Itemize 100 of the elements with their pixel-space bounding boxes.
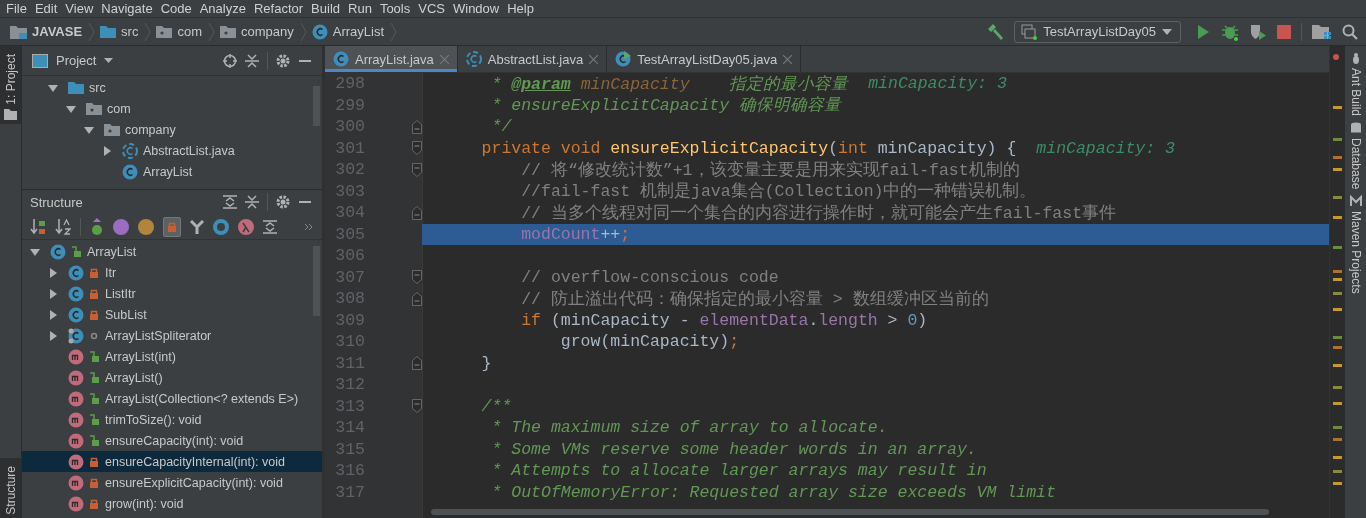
code-line: grow(minCapacity); <box>559 332 740 352</box>
hammer-icon[interactable] <box>986 22 1005 41</box>
editor-tab[interactable]: ArrayList.java <box>325 46 458 72</box>
fold-marker-icon[interactable] <box>412 291 422 306</box>
menu-item[interactable]: File <box>2 1 31 16</box>
fold-marker-icon[interactable] <box>412 270 422 285</box>
collapse-all-icon[interactable] <box>245 53 259 68</box>
tree-item[interactable]: Itr <box>105 265 117 280</box>
ring-icon[interactable] <box>213 218 229 235</box>
collapsed-arrow-icon[interactable] <box>48 288 58 299</box>
collapse-all-icon[interactable] <box>245 195 259 209</box>
menu-item[interactable]: Analyze <box>195 1 250 16</box>
expanded-arrow-icon[interactable] <box>84 124 94 135</box>
sort-alphabetical-icon[interactable] <box>55 218 71 235</box>
collapsed-arrow-icon[interactable] <box>48 309 58 320</box>
sort-visibility-icon[interactable] <box>30 218 46 235</box>
menu-item[interactable]: Tools <box>375 1 415 16</box>
expanded-arrow-icon[interactable] <box>66 103 76 114</box>
collapsed-arrow-icon[interactable] <box>102 145 112 156</box>
crosshair-icon[interactable] <box>223 53 237 68</box>
menu-item[interactable]: Help <box>503 1 538 16</box>
scrollbar[interactable] <box>431 509 1269 515</box>
tree-item[interactable]: ArrayList() <box>105 370 163 385</box>
menu-item[interactable]: Edit <box>30 1 62 16</box>
fold-marker-icon[interactable] <box>412 356 422 371</box>
tree-item[interactable]: ArrayList <box>87 244 137 259</box>
tool-window-tab[interactable]: 1: Project <box>0 46 21 124</box>
breadcrumb[interactable]: src <box>121 24 139 39</box>
fold-marker-icon[interactable] <box>412 119 422 134</box>
run-icon[interactable] <box>1195 23 1211 40</box>
properties-icon[interactable] <box>113 218 129 235</box>
expand-all-icon[interactable] <box>223 195 237 209</box>
fields-icon[interactable] <box>138 218 154 235</box>
panel-title[interactable]: Project <box>56 53 97 68</box>
show-non-public-toggle[interactable] <box>163 216 181 237</box>
menu-item[interactable]: Navigate <box>97 1 157 16</box>
menu-item[interactable]: Code <box>156 1 196 16</box>
close-icon[interactable] <box>783 54 793 64</box>
tree-item[interactable]: ArrayList(int) <box>105 349 176 364</box>
fold-marker-icon[interactable] <box>412 162 422 177</box>
tree-item[interactable]: ensureCapacity(int): void <box>105 433 244 448</box>
fold-marker-icon[interactable] <box>412 141 422 156</box>
tool-window-tab[interactable]: Database <box>1345 122 1366 190</box>
fold-marker-icon[interactable] <box>412 399 422 414</box>
stop-icon[interactable] <box>1277 24 1291 39</box>
editor-tab[interactable]: TestArrayListDay05.java <box>607 46 802 72</box>
shield-run-icon[interactable] <box>1249 22 1267 41</box>
code-line: // 当多个线程对同一个集合的内容进行操作时，就可能会产生fail-fast事件 <box>520 202 1117 224</box>
chevron-icon <box>299 21 307 42</box>
tool-window-tab[interactable]: Structure <box>0 458 21 518</box>
breadcrumb[interactable]: company <box>241 24 294 39</box>
tree-item[interactable]: ArrayList(Collection<? extends E>) <box>105 391 299 406</box>
method-icon <box>68 369 84 386</box>
menu-item[interactable]: Run <box>344 1 376 16</box>
breadcrumb[interactable]: ArrayList <box>332 24 385 39</box>
caret-icon[interactable] <box>104 58 114 63</box>
tree-item[interactable]: ensureExplicitCapacity(int): void <box>105 475 283 490</box>
expand-all-icon[interactable] <box>263 219 277 234</box>
expanded-arrow-icon[interactable] <box>48 82 58 93</box>
fork-icon[interactable] <box>190 219 204 234</box>
inherited-icon[interactable] <box>90 217 104 236</box>
selected-tree-row[interactable]: ensureCapacityInternal(int): void <box>22 451 322 472</box>
tool-window-tab[interactable]: Ant Build <box>1345 52 1366 117</box>
settings-icon[interactable] <box>276 195 290 209</box>
close-icon[interactable] <box>589 54 599 64</box>
collapsed-arrow-icon[interactable] <box>48 267 58 278</box>
tree-item[interactable]: SubList <box>105 307 147 322</box>
code-line: * Attempts to allocate larger arrays may result in <box>490 461 987 481</box>
expanded-arrow-icon[interactable] <box>30 246 40 257</box>
tree-item[interactable]: src <box>89 80 106 95</box>
menu-item[interactable]: Window <box>448 1 504 16</box>
collapsed-arrow-icon[interactable] <box>48 330 58 341</box>
tree-item[interactable]: grow(int): void <box>105 496 184 511</box>
breadcrumb[interactable]: com <box>177 24 202 39</box>
search-icon[interactable] <box>1342 23 1358 40</box>
code-line: // 防止溢出代码：确保指定的最小容量 > 数组缓冲区当前的 <box>520 288 989 310</box>
code-line: * @param minCapacity 指定的最小容量 <box>490 73 849 95</box>
bug-icon[interactable] <box>1221 22 1239 41</box>
tree-item[interactable]: ensureCapacityInternal(int): void <box>105 454 285 469</box>
folder-grid-icon[interactable] <box>1312 23 1332 40</box>
menu-item[interactable]: Refactor <box>249 1 308 16</box>
tree-item[interactable]: AbstractList.java <box>143 143 235 158</box>
tree-item[interactable]: ListItr <box>105 286 136 301</box>
lambda-icon[interactable] <box>238 218 254 235</box>
menu-item[interactable]: View <box>61 1 98 16</box>
tool-window-tab[interactable]: Maven Projects <box>1345 195 1366 295</box>
menu-item[interactable]: Build <box>307 1 344 16</box>
breadcrumb[interactable]: JAVASE <box>32 24 83 39</box>
tree-item[interactable]: ArrayListSpliterator <box>105 328 212 343</box>
code-line: if (minCapacity - elementData.length > 0) <box>520 310 928 330</box>
menu-item[interactable]: VCS <box>414 1 449 16</box>
settings-icon[interactable] <box>276 53 290 68</box>
double-chevron-icon[interactable] <box>304 222 314 231</box>
tree-item[interactable]: trimToSize(): void <box>105 412 202 427</box>
tree-item[interactable]: ArrayList <box>143 164 193 179</box>
tree-item[interactable]: com <box>107 101 131 116</box>
tree-item[interactable]: company <box>125 122 176 137</box>
editor-tab[interactable]: AbstractList.java <box>457 46 608 72</box>
fold-marker-icon[interactable] <box>412 205 422 220</box>
run-configuration-dropdown[interactable]: TestArrayListDay05 <box>1014 20 1181 43</box>
